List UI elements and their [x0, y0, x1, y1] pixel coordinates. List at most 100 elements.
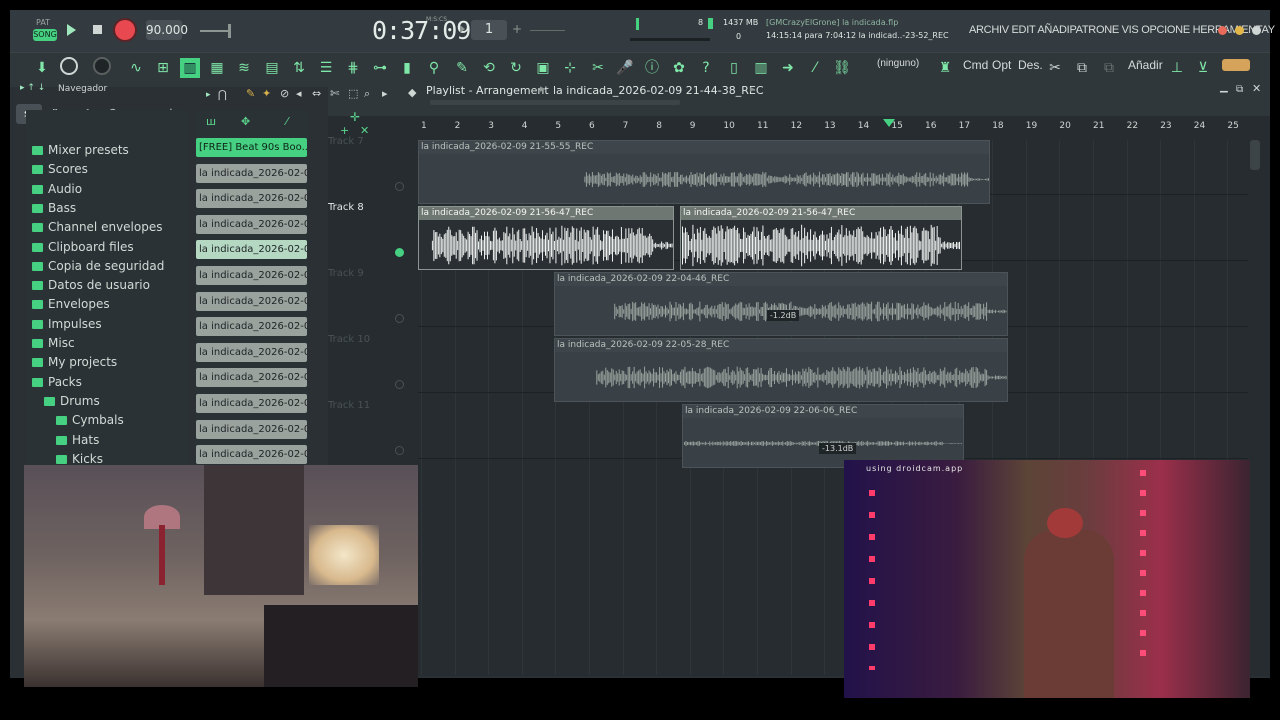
- channel-move-icon[interactable]: ✥: [241, 115, 250, 128]
- record-button[interactable]: [115, 20, 135, 40]
- browser-folder-item[interactable]: Hats: [56, 431, 99, 449]
- scissors-icon[interactable]: ✂: [1045, 58, 1065, 78]
- track-enable-indicator[interactable]: [395, 380, 404, 389]
- audio-clip[interactable]: la indicada_2026-02-09 21-56-47_REC: [680, 206, 962, 270]
- info-icon[interactable]: ⓘ: [642, 58, 662, 78]
- grid-icon[interactable]: ⊹: [560, 58, 580, 78]
- cmd-menu[interactable]: Cmd: [963, 58, 988, 72]
- browser-folder-item[interactable]: Cymbals: [56, 411, 124, 429]
- add-menu[interactable]: Añadir: [1128, 58, 1163, 72]
- playlist-minimize-icon[interactable]: ▁: [1220, 82, 1228, 93]
- waveform-icon[interactable]: ∿: [126, 58, 146, 78]
- track-label[interactable]: Track 9: [328, 268, 364, 279]
- add-track-icon[interactable]: ✛: [350, 110, 360, 124]
- mute-tool-icon[interactable]: ◂: [296, 87, 302, 100]
- channel-button[interactable]: [FREE] Beat 90s Boo..: [196, 138, 307, 157]
- channel-button[interactable]: la indicada_2026-02-09..: [196, 317, 307, 337]
- minimize-window-icon[interactable]: [1252, 26, 1261, 35]
- pencil-tool-icon[interactable]: ✎: [246, 87, 255, 100]
- magnet-icon[interactable]: ⋂: [218, 88, 227, 101]
- brush-tool-icon[interactable]: ✦: [262, 87, 271, 100]
- track-label[interactable]: Track 8: [328, 202, 364, 213]
- channel-button[interactable]: la indicada_2026-02-09..: [196, 342, 307, 362]
- channel-button[interactable]: la indicada_2026-02-09..: [196, 266, 307, 285]
- audio-clip[interactable]: la indicada_2026-02-09 21-55-55_REC: [418, 140, 990, 204]
- slip-tool-icon[interactable]: ⇔: [312, 87, 321, 100]
- pattern-selector[interactable]: 1: [471, 20, 507, 40]
- playlist-close-icon[interactable]: ✕: [1252, 82, 1261, 95]
- channel-rack-icon[interactable]: ▤: [262, 58, 282, 78]
- microphone-icon[interactable]: 🎤: [615, 58, 635, 78]
- playhead-marker[interactable]: [883, 119, 895, 127]
- browser-folder-item[interactable]: Drums: [44, 392, 100, 410]
- des-menu[interactable]: Des.: [1018, 58, 1043, 72]
- pat-badge[interactable]: PAT: [36, 18, 50, 27]
- close-window-icon[interactable]: [1218, 26, 1227, 35]
- browser-folder-item[interactable]: Datos de usuario: [32, 276, 150, 294]
- browser-folder-item[interactable]: Packs: [32, 373, 82, 391]
- maximize-window-icon[interactable]: [1235, 26, 1244, 35]
- preset-selector[interactable]: (ninguno): [877, 58, 919, 69]
- master-pitch-knob[interactable]: [60, 57, 78, 75]
- channel-button[interactable]: la indicada_2026-02-09..: [196, 394, 307, 413]
- feedback-icon[interactable]: ✿: [669, 58, 689, 78]
- stop-icon[interactable]: [93, 25, 102, 34]
- mixer-icon[interactable]: ⊞: [153, 58, 173, 78]
- track-enable-indicator[interactable]: [395, 248, 404, 257]
- browser-folder-item[interactable]: Misc: [32, 334, 75, 352]
- delete-tool-icon[interactable]: ⊘: [280, 87, 289, 100]
- audio-clip[interactable]: la indicada_2026-02-09 21-56-47_REC: [418, 206, 674, 270]
- cut-icon[interactable]: ✂: [588, 58, 608, 78]
- layout-icon[interactable]: ▯: [724, 58, 744, 78]
- save-icon[interactable]: ▣: [533, 58, 553, 78]
- piano-roll-icon[interactable]: ▦: [207, 58, 227, 78]
- browser-folder-item[interactable]: Bass: [32, 199, 76, 217]
- channel-button[interactable]: la indicada_2026-02-09..: [196, 445, 307, 465]
- playlist-horizontal-scrollbar[interactable]: [430, 100, 680, 105]
- basket-icon[interactable]: ⊻: [1193, 58, 1213, 78]
- select-tool-icon[interactable]: ⬚: [348, 87, 358, 100]
- channel-button[interactable]: la indicada_2026-02-09..: [196, 368, 307, 388]
- arrangement-name[interactable]: la indicada_2026-02-09 21-44-38_REC: [553, 84, 764, 97]
- song-time-display[interactable]: 0:37:09: [372, 16, 471, 45]
- track-enable-indicator[interactable]: [395, 182, 404, 191]
- playlist-vertical-scrollbar[interactable]: [1250, 140, 1260, 170]
- channel-button[interactable]: la indicada_2026-02-09..: [196, 189, 307, 209]
- browser-arrow-icon[interactable]: ▸ ↑ ↓: [20, 83, 45, 93]
- keyboard-icon[interactable]: ▥: [751, 58, 771, 78]
- browser-toggle-icon[interactable]: ▥: [180, 58, 200, 78]
- playlist-arrow-icon[interactable]: ▸: [206, 90, 211, 100]
- channel-button[interactable]: la indicada_2026-02-09..: [196, 419, 307, 439]
- slice-tool-icon[interactable]: ✄: [330, 87, 339, 100]
- track-label[interactable]: Track 10: [328, 334, 370, 345]
- browser-folder-item[interactable]: Clipboard files: [32, 238, 134, 256]
- tune-icon[interactable]: ⊥: [1167, 58, 1187, 78]
- file-icon[interactable]: ▮: [397, 58, 417, 78]
- channel-filter-icon[interactable]: ш: [206, 115, 216, 128]
- zoom-tool-icon[interactable]: ⌕: [364, 87, 370, 101]
- arrangement-menu-icon[interactable]: ▸: [750, 84, 755, 95]
- browser-folder-item[interactable]: Mixer presets: [32, 141, 129, 159]
- help-icon[interactable]: ?: [696, 58, 716, 78]
- browser-folder-item[interactable]: Channel envelopes: [32, 218, 162, 236]
- tempo-display[interactable]: 90.000: [146, 20, 188, 40]
- track-label[interactable]: Track 11: [328, 400, 370, 411]
- plugin-list-icon[interactable]: ☰: [316, 58, 336, 78]
- paste-icon[interactable]: ⧉: [1099, 58, 1119, 78]
- pencil-icon[interactable]: ✎: [452, 58, 472, 78]
- channel-draw-icon[interactable]: ⁄: [286, 115, 288, 128]
- channel-button[interactable]: la indicada_2026-02-09..: [196, 240, 307, 260]
- browser-folder-item[interactable]: My projects: [32, 353, 117, 371]
- arrangement-icon[interactable]: ◆: [408, 86, 416, 99]
- opt-menu[interactable]: Opt: [992, 58, 1011, 72]
- browser-folder-item[interactable]: Envelopes: [32, 295, 110, 313]
- audio-clip[interactable]: la indicada_2026-02-09 22-05-28_REC: [554, 338, 1008, 402]
- step-sequencer-icon[interactable]: ≋: [234, 58, 254, 78]
- track-label[interactable]: Track 7: [328, 136, 364, 147]
- routing-icon[interactable]: ⊶: [370, 58, 390, 78]
- playback-tool-icon[interactable]: ▸: [382, 87, 388, 100]
- pattern-add-icon[interactable]: +: [512, 22, 522, 36]
- arrow-right-icon[interactable]: ➜: [778, 58, 798, 78]
- undo-icon[interactable]: ⟲: [479, 58, 499, 78]
- playlist-maximize-icon[interactable]: ⧉: [1236, 84, 1243, 95]
